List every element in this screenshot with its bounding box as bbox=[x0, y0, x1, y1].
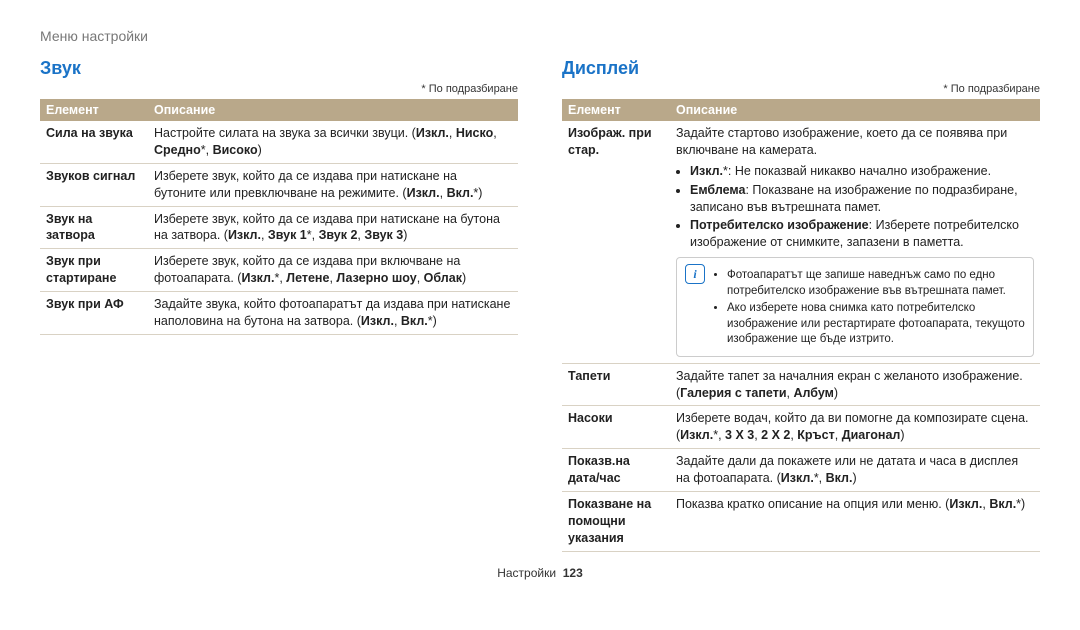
row-label: Звук на затвора bbox=[40, 206, 148, 249]
row-label: Звук при стартиране bbox=[40, 249, 148, 292]
row-description: Настройте силата на звука за всички звуц… bbox=[148, 121, 518, 163]
default-note: * По подразбиране bbox=[562, 83, 1040, 95]
breadcrumb: Меню настройки bbox=[40, 28, 1040, 44]
sound-table: Елемент Описание Сила на звукаНастройте … bbox=[40, 99, 518, 335]
table-row: Звук при АФЗадайте звука, който фотоапар… bbox=[40, 292, 518, 335]
page-footer: Настройки 123 bbox=[40, 552, 1040, 594]
display-column: Дисплей * По подразбиране Елемент Описан… bbox=[562, 58, 1040, 552]
display-header-description: Описание bbox=[670, 99, 1040, 121]
table-row: Звуков сигналИзберете звук, който да се … bbox=[40, 163, 518, 206]
row-description: Изберете звук, който да се издава при вк… bbox=[148, 249, 518, 292]
table-row: ТапетиЗадайте тапет за началния екран с … bbox=[562, 363, 1040, 406]
footer-section: Настройки bbox=[497, 566, 556, 580]
default-note: * По подразбиране bbox=[40, 83, 518, 95]
row-description: Задайте дали да покажете или не датата и… bbox=[670, 449, 1040, 492]
display-table: Елемент Описание Изображ. при стар.Задай… bbox=[562, 99, 1040, 552]
row-description: Задайте стартово изображение, което да с… bbox=[670, 121, 1040, 363]
table-row: НасокиИзберете водач, който да ви помогн… bbox=[562, 406, 1040, 449]
sound-header-element: Елемент bbox=[40, 99, 148, 121]
display-heading: Дисплей bbox=[562, 58, 1040, 79]
row-description: Задайте звука, който фотоапаратът да изд… bbox=[148, 292, 518, 335]
row-label: Звук при АФ bbox=[40, 292, 148, 335]
sound-heading: Звук bbox=[40, 58, 518, 79]
table-row: Сила на звукаНастройте силата на звука з… bbox=[40, 121, 518, 163]
table-row: Показване на помощни указанияПоказва кра… bbox=[562, 491, 1040, 551]
info-icon: i bbox=[685, 264, 705, 284]
row-label: Насоки bbox=[562, 406, 670, 449]
sound-column: Звук * По подразбиране Елемент Описание … bbox=[40, 58, 518, 552]
display-header-element: Елемент bbox=[562, 99, 670, 121]
sound-header-description: Описание bbox=[148, 99, 518, 121]
row-label: Показване на помощни указания bbox=[562, 491, 670, 551]
table-row: Звук на затвораИзберете звук, който да с… bbox=[40, 206, 518, 249]
table-row: Звук при стартиранеИзберете звук, който … bbox=[40, 249, 518, 292]
row-label: Показв.на дата/час bbox=[562, 449, 670, 492]
table-row: Изображ. при стар.Задайте стартово изобр… bbox=[562, 121, 1040, 363]
row-label: Изображ. при стар. bbox=[562, 121, 670, 363]
footer-page-number: 123 bbox=[563, 566, 583, 580]
row-label: Сила на звука bbox=[40, 121, 148, 163]
row-description: Изберете водач, който да ви помогне да к… bbox=[670, 406, 1040, 449]
row-label: Тапети bbox=[562, 363, 670, 406]
row-description: Задайте тапет за началния екран с желано… bbox=[670, 363, 1040, 406]
info-note: iФотоапаратът ще запише наведнъж само по… bbox=[676, 257, 1034, 357]
row-description: Показва кратко описание на опция или мен… bbox=[670, 491, 1040, 551]
table-row: Показв.на дата/часЗадайте дали да покаже… bbox=[562, 449, 1040, 492]
row-description: Изберете звук, който да се издава при на… bbox=[148, 163, 518, 206]
row-label: Звуков сигнал bbox=[40, 163, 148, 206]
row-description: Изберете звук, който да се издава при на… bbox=[148, 206, 518, 249]
